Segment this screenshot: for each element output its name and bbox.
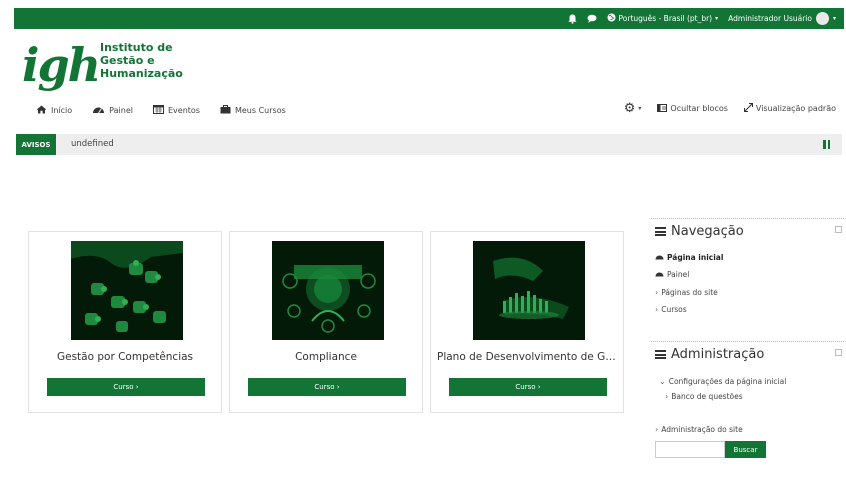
admin-link-label: Banco de questões: [671, 392, 743, 401]
course-image[interactable]: [272, 241, 384, 340]
collapse-toggle[interactable]: [835, 349, 842, 356]
default-view-link[interactable]: Visualização padrão: [743, 103, 836, 114]
logo-name-line-2: Gestão e: [100, 54, 155, 67]
course-title[interactable]: Compliance: [230, 351, 422, 363]
notice-tag: AVISOS: [16, 134, 56, 155]
briefcase-icon: [220, 104, 231, 117]
bell-icon[interactable]: [568, 14, 577, 24]
nav-link-site-pages[interactable]: › Páginas do site: [655, 288, 718, 297]
logo-name-line-3: Humanização: [100, 67, 183, 80]
expand-icon: [743, 103, 753, 114]
hide-blocks-link[interactable]: Ocultar blocos: [657, 103, 728, 114]
course-title[interactable]: Gestão por Competências: [29, 351, 221, 363]
notice-ticker: AVISOS undefined: [16, 134, 842, 155]
dashboard-icon: [655, 270, 664, 279]
administration-block: Administração ⌄ Configurações da página …: [651, 341, 844, 434]
course-image[interactable]: [71, 241, 183, 340]
chevron-right-icon: ›: [665, 392, 669, 401]
admin-link-frontpage-settings[interactable]: ⌄ Configurações da página inicial: [659, 377, 786, 386]
admin-link-label: Administração do site: [661, 425, 743, 434]
chat-icon[interactable]: [587, 14, 597, 23]
course-title[interactable]: Plano de Desenvolvimento de Gestores: [431, 351, 623, 363]
gear-icon: ⚙: [623, 101, 636, 116]
course-button[interactable]: Curso ›: [248, 378, 406, 396]
language-menu[interactable]: Português - Brasil (pt_br) ▾: [607, 13, 719, 24]
primary-nav: Início Painel Eventos Meus Cursos: [36, 104, 286, 117]
nav-item-dashboard[interactable]: Painel: [92, 104, 133, 117]
course-card: Plano de Desenvolvimento de Gestores Cur…: [430, 231, 624, 413]
nav-link-label: Cursos: [661, 305, 687, 314]
caret-down-icon: ▾: [715, 15, 719, 22]
block-header: Administração: [655, 347, 764, 362]
logo-name: Instituto de Gestão e Humanização: [100, 41, 183, 80]
menu-icon: [655, 227, 666, 236]
caret-down-icon: ▾: [832, 15, 836, 22]
nav-item-label: Eventos: [167, 106, 200, 115]
calendar-icon: [152, 104, 164, 117]
user-menu[interactable]: Administrador Usuário ▾: [728, 12, 836, 25]
nav-item-label: Início: [51, 106, 73, 115]
logo-mark: igh: [22, 38, 101, 92]
nav-link-courses[interactable]: › Cursos: [655, 305, 687, 314]
hide-blocks-label: Ocultar blocos: [670, 104, 728, 113]
block-title: Navegação: [671, 224, 744, 239]
nav-link-label: Página inicial: [667, 253, 724, 262]
notice-text: undefined: [71, 139, 114, 149]
nav-link-dashboard[interactable]: Painel: [655, 270, 689, 279]
hide-blocks-icon: [657, 103, 668, 114]
user-name: Administrador Usuário: [728, 14, 812, 23]
pause-icon[interactable]: [823, 140, 830, 149]
chevron-right-icon: ›: [655, 288, 659, 297]
dashboard-icon: [655, 253, 664, 262]
course-button[interactable]: Curso ›: [449, 378, 607, 396]
home-icon: [36, 105, 47, 117]
admin-link-site-admin[interactable]: › Administração do site: [655, 425, 743, 434]
nav-item-home[interactable]: Início: [36, 104, 72, 117]
course-card: Gestão por Competências Curso ›: [28, 231, 222, 413]
course-button[interactable]: Curso ›: [47, 378, 205, 396]
default-view-label: Visualização padrão: [755, 104, 836, 113]
nav-link-label: Páginas do site: [661, 288, 718, 297]
block-title: Administração: [671, 347, 765, 362]
chevron-down-icon: ⌄: [659, 377, 666, 386]
page-actions: ⚙ ▾ Ocultar blocos Visualização padrão: [624, 101, 836, 116]
settings-menu[interactable]: ⚙ ▾: [624, 101, 642, 116]
top-navbar: Português - Brasil (pt_br) ▾ Administrad…: [14, 8, 844, 29]
navigation-block: Navegação Página inicial Painel › Página…: [651, 218, 844, 336]
search-input[interactable]: [655, 441, 725, 458]
navbar-actions: Português - Brasil (pt_br) ▾ Administrad…: [568, 8, 836, 29]
globe-icon: [607, 13, 616, 24]
site-logo[interactable]: igh Instituto de Gestão e Humanização: [22, 37, 192, 97]
search-button[interactable]: Buscar: [725, 441, 766, 458]
caret-down-icon: ▾: [638, 105, 642, 112]
admin-link-label: Configurações da página inicial: [668, 377, 787, 386]
menu-icon: [655, 350, 666, 359]
nav-item-events[interactable]: Eventos: [152, 104, 200, 117]
dashboard-icon: [92, 105, 105, 117]
course-card: Compliance Curso ›: [229, 231, 423, 413]
language-label: Português - Brasil (pt_br): [618, 14, 713, 23]
collapse-toggle[interactable]: [835, 226, 842, 233]
course-image[interactable]: [473, 241, 585, 340]
nav-link-label: Painel: [667, 270, 690, 279]
chevron-right-icon: ›: [655, 425, 659, 434]
nav-item-my-courses[interactable]: Meus Cursos: [220, 104, 286, 117]
nav-link-home[interactable]: Página inicial: [655, 253, 723, 262]
block-header: Navegação: [655, 224, 744, 239]
chevron-right-icon: ›: [655, 305, 659, 314]
logo-name-line-1: Instituto de: [100, 41, 173, 54]
admin-link-question-bank[interactable]: › Banco de questões: [665, 392, 743, 401]
nav-item-label: Painel: [109, 106, 133, 115]
avatar: [815, 12, 829, 25]
nav-item-label: Meus Cursos: [234, 106, 286, 115]
